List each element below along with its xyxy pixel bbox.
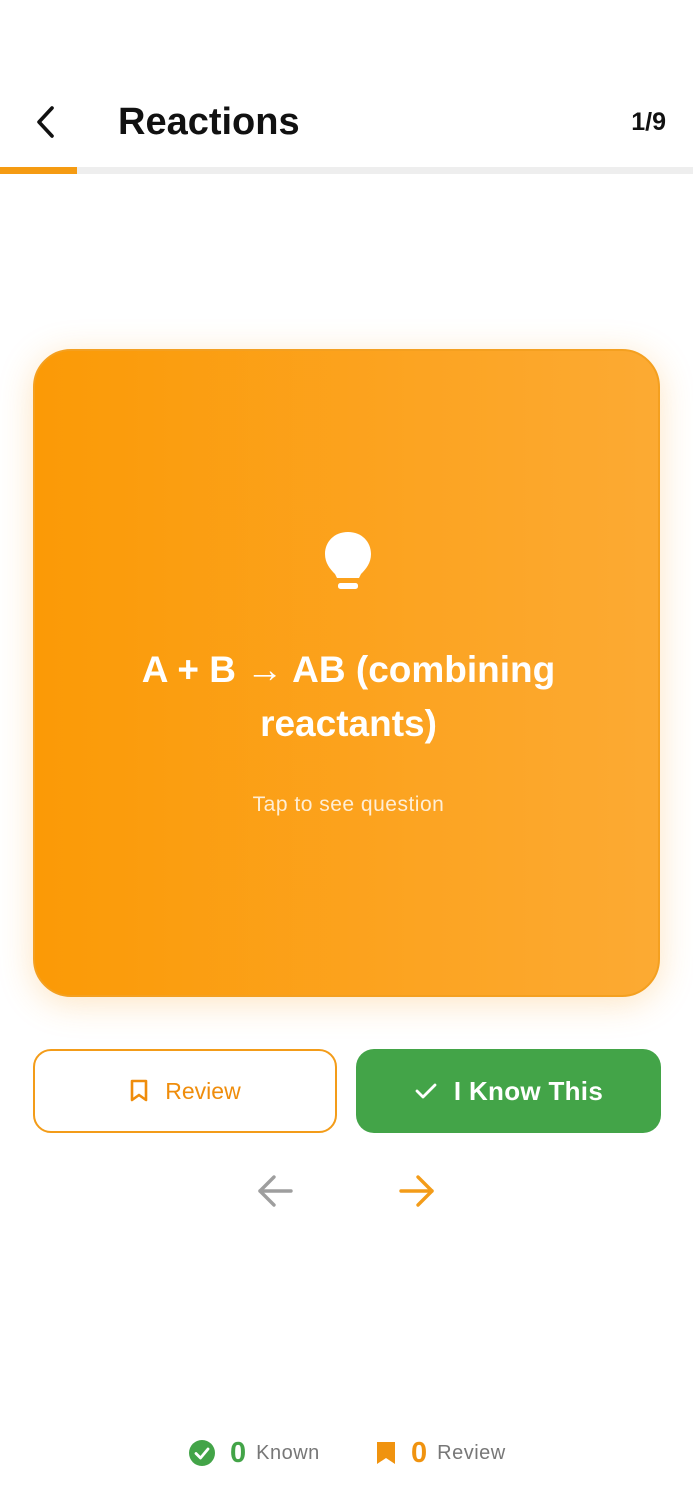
review-stat: 0 Review [375,1432,506,1474]
card-answer-text: A + B → AB (combining reactants) [141,649,556,744]
header: Reactions 1/9 [0,80,693,164]
stats-bar: 0 Known 0 Review [0,1432,693,1474]
known-stat: 0 Known [188,1432,320,1474]
card-hint-text: Tap to see question [252,793,445,816]
card-counter: 1/9 [631,108,666,136]
page-title: Reactions [118,101,300,143]
known-count: 0 [230,1436,247,1469]
chevron-left-icon [37,106,54,138]
arrow-left-icon [258,1175,293,1207]
review-count: 0 [411,1436,428,1469]
review-label: Review [437,1441,506,1464]
back-button[interactable] [22,98,70,146]
progress-bar [0,167,693,174]
bookmark-filled-icon [377,1442,395,1464]
flashcard[interactable]: A + B → AB (combining reactants) Tap to … [33,349,660,997]
flashcard-screen: Reactions 1/9 A + B → AB (combining reac… [0,0,693,1500]
check-icon [415,1083,437,1099]
review-button[interactable]: Review [33,1049,337,1133]
review-button-label: Review [165,1077,241,1104]
previous-card-button[interactable] [252,1168,298,1214]
check-circle-icon [189,1440,215,1466]
known-label: Known [256,1441,320,1464]
arrow-right-icon [399,1175,434,1207]
bookmark-outline-icon [130,1079,148,1102]
next-card-button[interactable] [394,1168,440,1214]
i-know-this-button-label: I Know This [453,1075,604,1106]
lightbulb-icon [325,532,371,589]
progress-fill [0,167,77,174]
i-know-this-button[interactable]: I Know This [356,1049,661,1133]
